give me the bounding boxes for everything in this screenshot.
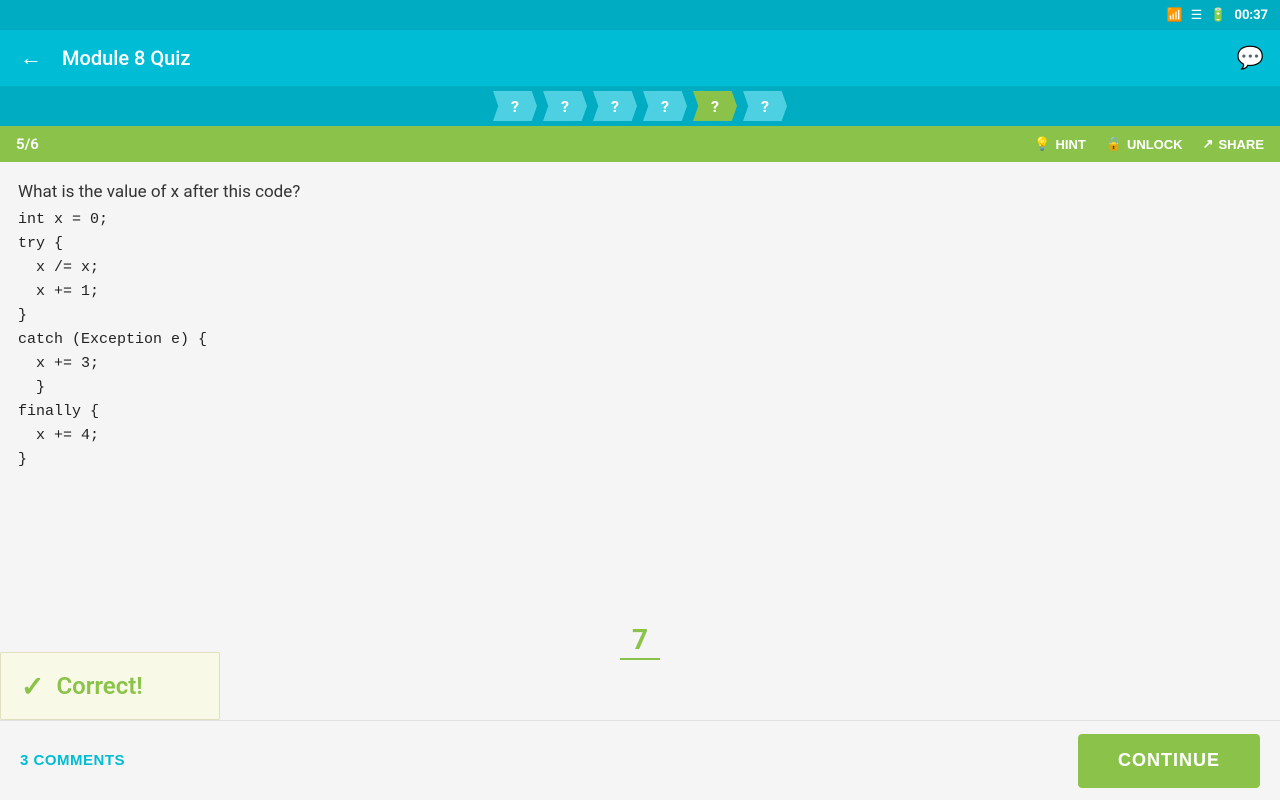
continue-button[interactable]: CONTINUE bbox=[1078, 734, 1260, 788]
question-bar: 5/6 💡 HINT 🔒 UNLOCK ↗ SHARE bbox=[0, 126, 1280, 162]
status-time: 00:37 bbox=[1235, 8, 1269, 23]
unlock-button[interactable]: 🔒 UNLOCK bbox=[1106, 136, 1183, 152]
main-content: What is the value of x after this code? … bbox=[0, 162, 1280, 720]
comments-button[interactable]: 3 COMMENTS bbox=[20, 752, 125, 769]
app-bar: ← Module 8 Quiz 💬 bbox=[0, 30, 1280, 86]
progress-step-2[interactable]: ? bbox=[543, 91, 587, 121]
share-icon: ↗ bbox=[1203, 136, 1214, 152]
app-title: Module 8 Quiz bbox=[62, 46, 1221, 70]
check-icon: ✓ bbox=[21, 670, 44, 703]
comments-label: COMMENTS bbox=[34, 752, 126, 769]
correct-banner: ✓ Correct! bbox=[0, 652, 220, 720]
comments-count: 3 bbox=[20, 752, 29, 769]
answer-area: 7 bbox=[620, 623, 660, 660]
toolbar-actions: 💡 HINT 🔒 UNLOCK ↗ SHARE bbox=[1034, 136, 1264, 152]
bottom-bar: 3 COMMENTS CONTINUE bbox=[0, 720, 1280, 800]
question-count: 5/6 bbox=[16, 135, 39, 153]
answer-value: 7 bbox=[620, 623, 660, 660]
lock-icon: 🔒 bbox=[1106, 136, 1122, 152]
correct-text: Correct! bbox=[56, 672, 142, 700]
chat-icon[interactable]: 💬 bbox=[1237, 46, 1264, 71]
wifi-icon: 📶 bbox=[1166, 8, 1182, 23]
signal-icon: ☰ bbox=[1191, 8, 1203, 23]
progress-step-3[interactable]: ? bbox=[593, 91, 637, 121]
status-bar: 📶 ☰ 🔋 00:37 bbox=[0, 0, 1280, 30]
progress-step-4[interactable]: ? bbox=[643, 91, 687, 121]
back-button[interactable]: ← bbox=[16, 41, 46, 75]
progress-steps: ? ? ? ? ? ? bbox=[0, 86, 1280, 126]
progress-step-5[interactable]: ? bbox=[693, 91, 737, 121]
question-text: What is the value of x after this code? bbox=[18, 182, 1262, 202]
progress-step-1[interactable]: ? bbox=[493, 91, 537, 121]
progress-step-6[interactable]: ? bbox=[743, 91, 787, 121]
battery-icon: 🔋 bbox=[1210, 8, 1226, 23]
hint-button[interactable]: 💡 HINT bbox=[1034, 136, 1086, 152]
share-button[interactable]: ↗ SHARE bbox=[1203, 136, 1264, 152]
lightbulb-icon: 💡 bbox=[1034, 136, 1050, 152]
code-block: int x = 0; try { x /= x; x += 1; } catch… bbox=[18, 208, 1262, 472]
